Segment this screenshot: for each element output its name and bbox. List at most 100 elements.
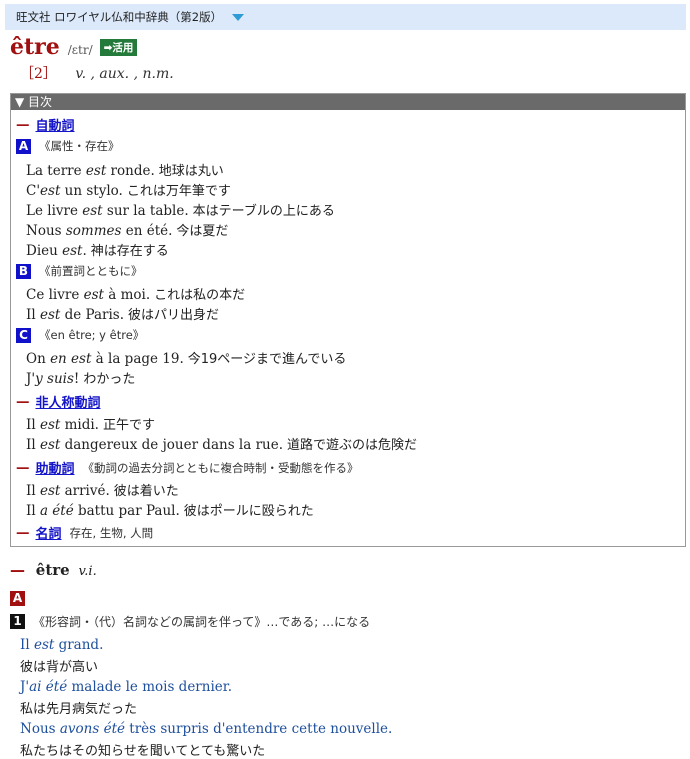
example-ja-translation: 神は存在する (90, 244, 169, 259)
example-fr-pre: Le livre (26, 203, 83, 219)
example-sentence: Dieu est. 神は存在する (26, 240, 169, 259)
vi-heading: — être v.i. (10, 561, 97, 579)
toc-link-intransitive[interactable]: 自動詞 (36, 115, 75, 134)
pos-line: ［2］ v. , aux. , n.m. (20, 63, 174, 83)
sense-badge-a: A (10, 591, 25, 606)
dictionary-header-bar: 旺文社 ロワイヤル仏和中辞典（第2版） (5, 4, 686, 30)
toc-link-noun[interactable]: 名詞 (36, 523, 62, 542)
example-ja-translation: 今19ページまで進んでいる (187, 352, 347, 367)
example-sentence: J'y suis! わかった (26, 368, 135, 387)
toc-link-impersonal[interactable]: 非人称動詞 (36, 392, 101, 411)
toc-auxiliary-gloss: 《動詞の過去分詞とともに複合時制・受動態を作る》 (82, 460, 359, 475)
conjugation-button[interactable]: ➡活用 (99, 39, 138, 56)
example-ja-translation: これは万年筆です (126, 184, 231, 199)
example-sentence: La terre est ronde. 地球は丸い (26, 160, 224, 179)
sense-badge-b[interactable]: B (16, 263, 31, 279)
example-fr-headword: y suis (35, 371, 74, 387)
example-fr-pre: Nous (20, 721, 60, 737)
body-example-fr: J'ai été malade le mois dernier. (20, 679, 232, 695)
example-ja-translation: これは私の本だ (154, 288, 246, 303)
entry-heading: être /ɛtr/ ➡活用 (10, 34, 138, 60)
headword: être (10, 34, 60, 60)
toc-dash: — (16, 116, 30, 133)
example-ja-translation: 今は夏だ (176, 224, 229, 239)
sense-badge-a[interactable]: A (16, 138, 31, 154)
example-fr-pre: Il (20, 637, 34, 653)
example-fr-pre: Dieu (26, 243, 63, 259)
toc-A-gloss: 《属性・存在》 (39, 139, 120, 153)
example-ja-translation: 彼はパリ出身だ (128, 308, 220, 323)
example-fr-post: arrivé. (60, 483, 110, 499)
example-sentence: Le livre est sur la table. 本はテーブルの上にある (26, 200, 335, 219)
toc-intransitive-row: — 自動詞 (16, 115, 75, 135)
example-sentence: Il est de Paris. 彼はパリ出身だ (26, 304, 219, 323)
example-sentence: C'est un stylo. これは万年筆です (26, 180, 231, 199)
example-fr-headword: a été (39, 503, 74, 519)
example-ja-translation: 本はテーブルの上にある (192, 204, 335, 219)
example-fr-post: très surpris d'entendre cette nouvelle. (124, 721, 393, 737)
example-fr-post: . (82, 243, 87, 259)
vi-dash: — (10, 561, 25, 579)
toc-header-toggle[interactable]: ▼ 目次 (11, 94, 685, 110)
example-fr-post: grand. (54, 637, 104, 653)
example-ja-translation: わかった (83, 372, 136, 387)
example-fr-headword: avons été (59, 721, 125, 737)
example-fr-pre: On (26, 351, 51, 367)
example-sentence: Il a été battu par Paul. 彼はポールに殴られた (26, 500, 314, 519)
example-fr-pre: J' (26, 371, 36, 387)
toc-link-auxiliary[interactable]: 助動詞 (36, 458, 75, 477)
example-fr-headword: ai été (29, 679, 68, 695)
parts-of-speech: v. , aux. , n.m. (75, 66, 174, 82)
example-fr-pre: Il (26, 503, 40, 519)
sense-badge-c[interactable]: C (16, 327, 31, 343)
toc-badge-C-row: C 《en être; y être》 (16, 327, 144, 343)
sense-1-row: 1 《形容詞・（代）名詞などの属詞を伴って》…である; …になる (10, 613, 370, 630)
toc-dash: — (16, 393, 30, 410)
example-fr-pre: Ce livre (26, 287, 84, 303)
example-fr-pre: Il (26, 307, 40, 323)
body-example-ja: 彼は背が高い (20, 660, 99, 675)
example-sentence: Nous sommes en été. 今は夏だ (26, 220, 228, 239)
example-fr-post: à la page 19. (91, 351, 184, 367)
example-fr-pre: Nous (26, 223, 66, 239)
example-fr-pre: Il (26, 417, 40, 433)
example-fr-pre: J' (20, 679, 30, 695)
dictionary-title: 旺文社 ロワイヤル仏和中辞典（第2版） (16, 10, 223, 24)
sense-badge-1: 1 (10, 614, 25, 629)
example-ja-translation: 彼はポールに殴られた (183, 504, 314, 519)
example-fr-post: ronde. (106, 163, 155, 179)
example-fr-headword: est (40, 183, 61, 199)
badge-A-body: A (10, 587, 33, 606)
example-fr-post: dangereux de jouer dans la rue. (60, 437, 284, 453)
pronunciation: /ɛtr/ (67, 43, 93, 57)
toc-B-gloss: 《前置詞とともに》 (39, 264, 143, 278)
example-ja-translation: 彼は着いた (113, 484, 179, 499)
body-example-fr: Il est grand. (20, 637, 103, 653)
toc-noun-row: — 名詞 存在, 生物, 人間 (16, 523, 154, 543)
example-fr-headword: est (39, 437, 61, 453)
example-fr-post: battu par Paul. (73, 503, 180, 519)
toc-impersonal-row: — 非人称動詞 (16, 392, 101, 412)
example-fr-headword: est (85, 163, 107, 179)
toc-noun-gloss: 存在, 生物, 人間 (69, 525, 154, 540)
toc-dash: — (16, 524, 30, 541)
example-fr-pre: Il (26, 437, 40, 453)
body-example-ja: 私は先月病気だった (20, 702, 138, 717)
example-sentence: Il est dangereux de jouer dans la rue. 道路… (26, 434, 417, 453)
example-sentence: Ce livre est à moi. これは私の本だ (26, 284, 245, 303)
example-fr-headword: est (33, 637, 55, 653)
toc-badge-B-row: B 《前置詞とともに》 (16, 263, 143, 279)
example-fr-headword: est (39, 483, 61, 499)
example-sentence: Il est midi. 正午です (26, 414, 155, 433)
example-fr-post: sur la table. (102, 203, 189, 219)
toc-C-gloss: 《en être; y être》 (39, 328, 145, 342)
example-fr-pre: Il (26, 483, 40, 499)
example-ja-translation: 道路で遊ぶのは危険だ (287, 438, 418, 453)
dictionary-dropdown-triangle-icon[interactable] (232, 13, 245, 21)
vi-word: être (35, 561, 70, 579)
example-fr-headword: en est (50, 351, 92, 367)
body-example-fr: Nous avons été très surpris d'entendre c… (20, 721, 392, 737)
example-fr-post: un stylo. (60, 183, 123, 199)
example-fr-post: midi. (60, 417, 99, 433)
example-ja-translation: 地球は丸い (158, 164, 224, 179)
